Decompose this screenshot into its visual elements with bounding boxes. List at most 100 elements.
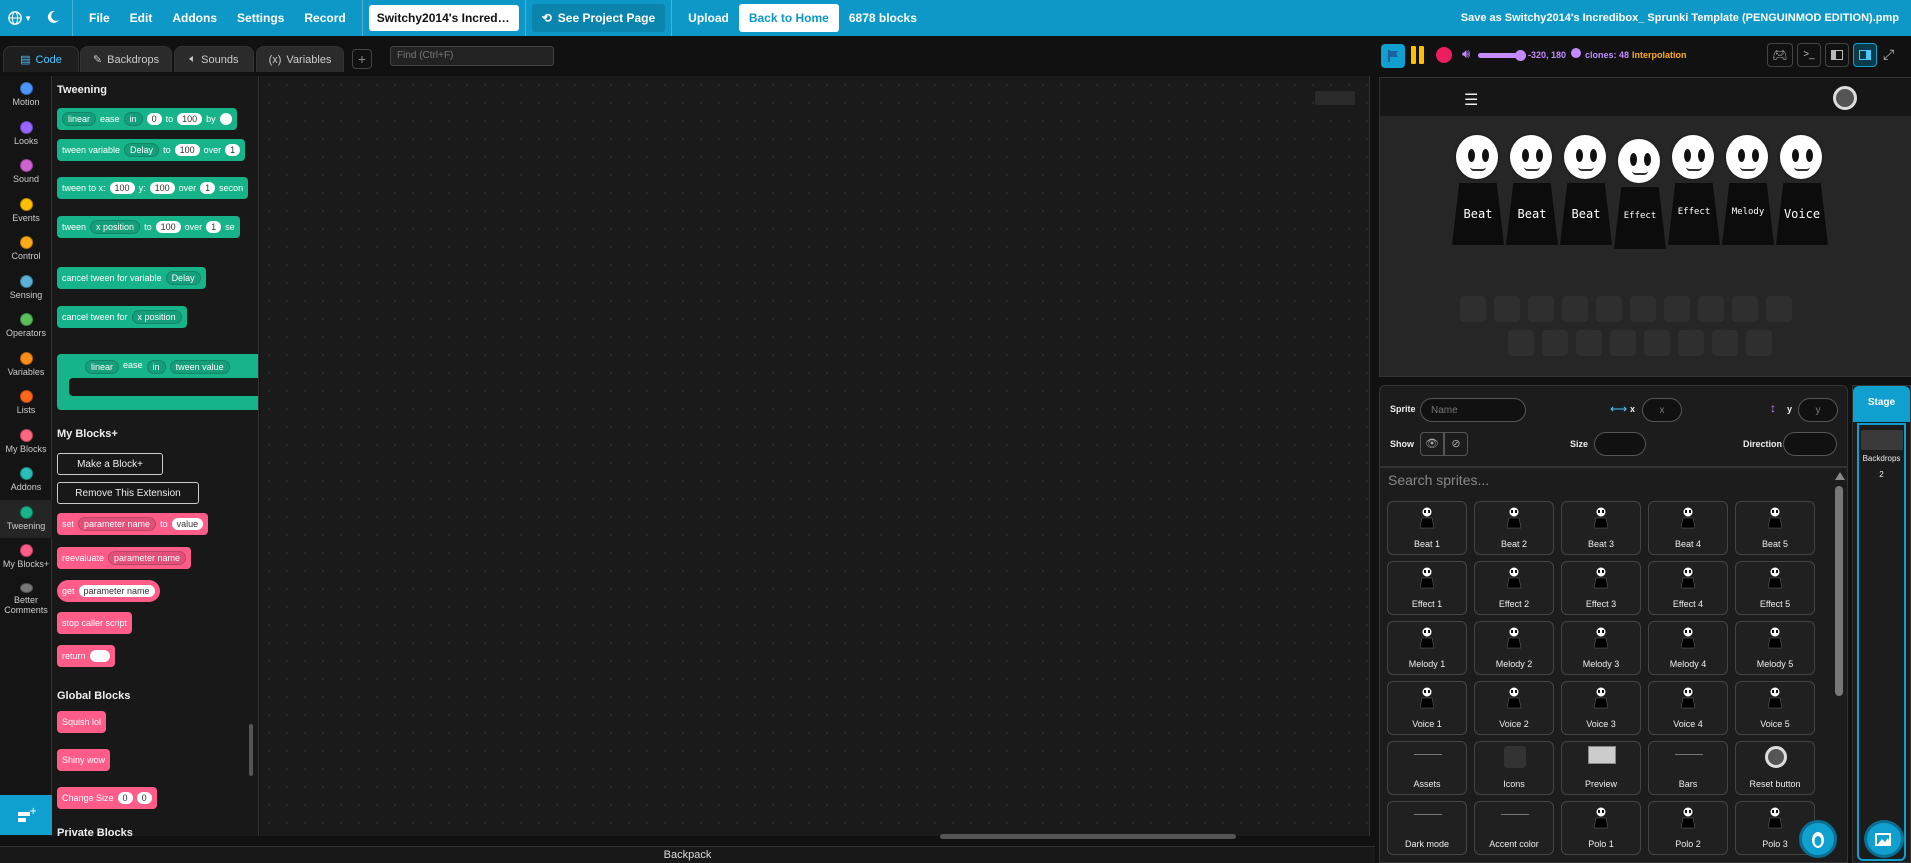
upload-button[interactable]: Upload xyxy=(678,11,739,25)
make-block-button[interactable]: Make a Block+ xyxy=(57,453,163,475)
icon-slot[interactable] xyxy=(1664,296,1690,322)
category-motion[interactable]: Motion xyxy=(0,76,52,114)
sprite-tile[interactable]: Beat 3 xyxy=(1561,501,1641,555)
number-input[interactable]: 0 xyxy=(136,792,152,804)
volume-icon[interactable]: 🔊︎ xyxy=(1462,46,1470,62)
block-squish[interactable]: Squish lol xyxy=(57,711,107,733)
sprite-tile[interactable]: Effect 3 xyxy=(1561,561,1641,615)
icon-slot[interactable] xyxy=(1562,296,1588,322)
dropdown[interactable]: in xyxy=(123,112,143,126)
hamburger-menu-icon[interactable]: ☰ xyxy=(1464,90,1478,110)
block-stop-caller[interactable]: stop caller script xyxy=(57,612,133,634)
category-better-comments[interactable]: Better Comments xyxy=(0,577,52,615)
sprite-tile[interactable]: Melody 3 xyxy=(1561,621,1641,675)
number-input[interactable]: 1 xyxy=(206,221,222,233)
stage-character[interactable]: Effect xyxy=(1612,137,1668,257)
number-input[interactable]: 100 xyxy=(155,221,181,233)
sprite-tile[interactable]: Melody 2 xyxy=(1474,621,1554,675)
number-input[interactable]: 1 xyxy=(225,144,241,156)
dropdown[interactable]: x position xyxy=(131,310,182,324)
number-input[interactable]: 0 xyxy=(146,113,162,125)
menu-file[interactable]: File xyxy=(79,11,120,25)
sprite-tile[interactable]: Beat 2 xyxy=(1474,501,1554,555)
category-addons[interactable]: Addons xyxy=(0,461,52,499)
sprite-tile[interactable]: Beat 4 xyxy=(1648,501,1728,555)
slider-handle[interactable] xyxy=(1515,50,1526,61)
direction-input[interactable] xyxy=(1783,432,1837,456)
globe-icon[interactable]: ▼ xyxy=(8,10,32,26)
block-shiny[interactable]: Shiny wow xyxy=(57,749,111,771)
sprite-tile[interactable]: Melody 1 xyxy=(1387,621,1467,675)
dropdown[interactable]: tween value xyxy=(169,360,230,374)
block-tween-variable[interactable]: tween variable Delay to 100 over 1 xyxy=(57,139,246,161)
dropdown[interactable]: linear xyxy=(85,360,120,374)
stop-button[interactable] xyxy=(1436,47,1452,63)
icon-slot[interactable] xyxy=(1746,330,1772,356)
dropdown[interactable]: parameter name xyxy=(78,517,157,531)
tab-code[interactable]: ▤ Code xyxy=(3,46,79,72)
menu-edit[interactable]: Edit xyxy=(120,11,163,25)
theme-moon-icon[interactable] xyxy=(46,10,66,27)
y-input[interactable]: y xyxy=(1798,398,1838,422)
icon-slot[interactable] xyxy=(1576,330,1602,356)
block-reevaluate[interactable]: reevaluate parameter name xyxy=(57,547,192,569)
green-flag-button[interactable] xyxy=(1381,44,1405,68)
dropdown[interactable]: linear xyxy=(62,112,97,126)
see-project-page-button[interactable]: ⟲ See Project Page xyxy=(531,4,666,32)
menu-record[interactable]: Record xyxy=(294,11,355,25)
category-my-blocks[interactable]: My Blocks+ xyxy=(0,538,52,576)
sprite-tile[interactable]: Icons xyxy=(1474,741,1554,795)
tab-sounds[interactable]: 🔈︎ Sounds xyxy=(174,46,254,72)
block-tween-to-xy[interactable]: tween to x: 100 y: 100 over 1 secon xyxy=(57,177,249,199)
menu-settings[interactable]: Settings xyxy=(227,11,294,25)
number-input[interactable]: 100 xyxy=(174,144,200,156)
sprite-tile[interactable]: Beat 5 xyxy=(1735,501,1815,555)
sprite-tile[interactable]: Accent color xyxy=(1474,801,1554,855)
add-backdrop-button[interactable] xyxy=(1864,820,1904,858)
sprite-tile[interactable]: Effect 2 xyxy=(1474,561,1554,615)
category-tweening[interactable]: Tweening xyxy=(0,499,52,538)
sprite-search-input[interactable]: Search sprites... xyxy=(1388,472,1489,488)
dropdown[interactable]: parameter name xyxy=(108,551,187,565)
text-input[interactable]: value xyxy=(171,518,204,530)
size-input[interactable] xyxy=(1594,432,1646,456)
menu-addons[interactable]: Addons xyxy=(162,11,227,25)
console-button[interactable]: >_ xyxy=(1797,43,1821,67)
add-sprite-button[interactable] xyxy=(1799,820,1837,858)
stage-character[interactable]: Beat xyxy=(1450,133,1506,253)
block-cancel-tween[interactable]: cancel tween for x position xyxy=(57,306,187,328)
add-extension-button[interactable]: + xyxy=(0,795,52,835)
icon-slot[interactable] xyxy=(1460,296,1486,322)
tab-variables[interactable]: (x) Variables xyxy=(256,46,344,72)
block-cancel-tween-variable[interactable]: cancel tween for variable Delay xyxy=(57,267,206,289)
gamepad-button[interactable]: 🎮︎ xyxy=(1767,43,1793,67)
back-to-home-button[interactable]: Back to Home xyxy=(738,4,839,32)
category-sound[interactable]: Sound xyxy=(0,153,52,191)
sprite-list-scrollbar[interactable] xyxy=(1835,472,1845,862)
stage-canvas[interactable]: ☰ Beat Beat Beat Effect Effect Melody Voice xyxy=(1379,77,1911,377)
show-visible-button[interactable]: 👁︎ xyxy=(1420,432,1444,456)
number-input[interactable]: 100 xyxy=(109,182,135,194)
x-input[interactable]: x xyxy=(1642,398,1682,422)
text-input[interactable] xyxy=(89,650,110,662)
pause-button[interactable] xyxy=(1411,46,1427,64)
fullscreen-button[interactable]: ⤢ xyxy=(1883,46,1894,63)
number-input[interactable]: 100 xyxy=(177,113,203,125)
category-lists[interactable]: Lists xyxy=(0,384,52,422)
sprite-tile[interactable]: Assets xyxy=(1387,741,1467,795)
volume-slider[interactable] xyxy=(1478,50,1526,61)
interpolation-toggle[interactable]: Interpolation xyxy=(1632,50,1687,60)
sprite-tile[interactable]: Polo 1 xyxy=(1561,801,1641,855)
stage-character[interactable]: Melody xyxy=(1720,133,1776,253)
dropdown[interactable]: Delay xyxy=(124,143,160,157)
icon-slot[interactable] xyxy=(1630,296,1656,322)
sprite-tile[interactable]: Voice 1 xyxy=(1387,681,1467,735)
icon-slot[interactable] xyxy=(1610,330,1636,356)
sprite-tile[interactable]: Effect 1 xyxy=(1387,561,1467,615)
block-set-parameter[interactable]: set parameter name to value xyxy=(57,513,209,535)
sprite-tile[interactable]: Effect 5 xyxy=(1735,561,1815,615)
category-sensing[interactable]: Sensing xyxy=(0,269,52,307)
icon-slot[interactable] xyxy=(1766,296,1792,322)
sprite-tile[interactable]: Bars xyxy=(1648,741,1728,795)
block-change-size[interactable]: Change Size 0 0 xyxy=(57,787,157,809)
